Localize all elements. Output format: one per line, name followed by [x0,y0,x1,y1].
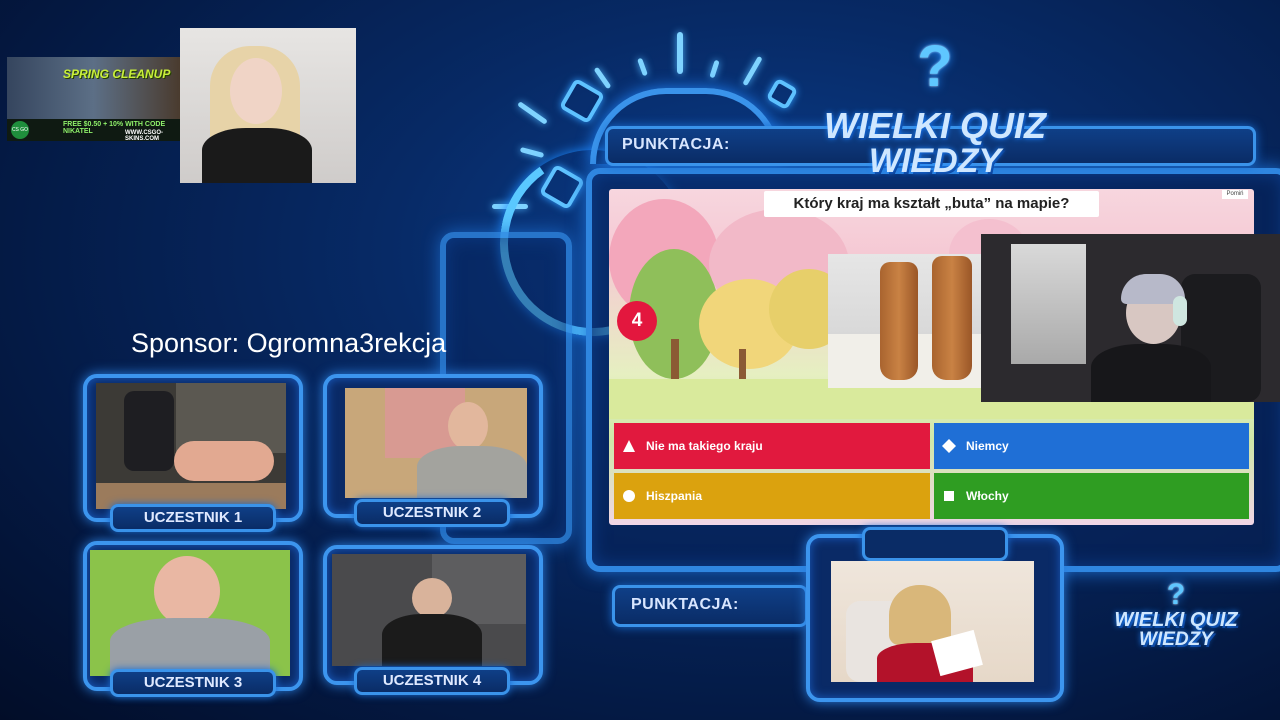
host-2-hair [889,585,951,645]
answer-option-1[interactable]: Nie ma takiego kraju [614,423,930,469]
participant-3-head [154,556,220,626]
boot-right [932,256,972,380]
participant-1-nameplate: UCZESTNIK 1 [110,504,276,532]
answer-label: Hiszpania [646,489,703,503]
streamer-face [230,58,282,124]
participant-2-webcam [345,388,527,498]
logo-line-1: WIELKI QUIZ [824,105,1046,146]
participant-1-body [174,441,274,481]
chair [124,391,174,471]
answer-label: Nie ma takiego kraju [646,439,763,453]
countdown-timer: 4 [617,301,657,341]
diamond-icon [942,439,956,453]
window-light [1011,244,1086,364]
glow-ray [677,32,683,74]
score-label-top: PUNKTACJA: [622,136,730,153]
participant-3-nameplate: UCZESTNIK 3 [110,669,276,697]
glow-ray [637,57,648,77]
ad-site: WWW.CSGO-SKINS.COM [125,130,163,141]
question-text: Który kraj ma kształt „buta” na mapie? [764,191,1099,217]
score-label-bottom: PUNKTACJA: [631,596,739,613]
quiz-logo-top: ? WIELKI QUIZ WIEDZY [810,34,1060,180]
host-body [1091,344,1211,402]
glow-ray [709,59,720,79]
streamer-webcam [180,28,356,183]
question-mark-icon: ? [917,34,953,99]
glow-ray [519,146,545,159]
square-icon [942,489,956,503]
logo-line-2: WIEDZY [1139,629,1213,650]
hexagon-decor [765,77,799,111]
answer-option-2[interactable]: Niemcy [934,423,1249,469]
glow-ray [593,66,612,90]
participant-4-nameplate: UCZESTNIK 4 [354,667,510,695]
answer-label: Włochy [966,489,1009,503]
sponsor-text: Sponsor: Ogromna3rekcja [131,328,447,358]
csgo-badge: CS GO [11,121,29,139]
participant-4-body [382,614,482,666]
sponsor-ad-banner[interactable]: SPRING CLEANUP CS GO FREE $0.50 + 10% WI… [7,57,180,141]
ad-title: SPRING CLEANUP [63,67,171,81]
participant-1-webcam [96,383,286,509]
answer-option-4[interactable]: Włochy [934,473,1249,519]
triangle-icon [622,439,636,453]
participant-3-webcam [90,550,290,676]
question-mark-icon: ? [1166,578,1186,611]
question-image [828,254,983,388]
hexagon-decor [558,77,606,125]
logo-line-2: WIEDZY [868,142,1002,180]
host-2-webcam [831,561,1034,682]
host-webcam [981,234,1280,402]
participant-3-body [110,618,270,676]
participant-2-body [417,446,527,498]
participant-2-nameplate: UCZESTNIK 2 [354,499,510,527]
participant-4-webcam [332,554,526,666]
circle-icon [622,489,636,503]
glow-ray [517,101,548,125]
participant-4-head [412,578,452,618]
answer-label: Niemcy [966,439,1009,453]
participant-2-head [448,402,488,450]
headphones [1173,296,1187,326]
host-tile-tab [862,527,1008,561]
logo-line-1: WIELKI QUIZ [1114,609,1238,631]
boot-left [880,262,918,380]
quiz-logo-bottom: ? WIELKI QUIZ WIEDZY [1106,578,1246,650]
glow-ray [742,55,763,87]
answer-option-3[interactable]: Hiszpania [614,473,930,519]
streamer-body [202,128,312,183]
skip-button[interactable]: Pomiń [1222,190,1248,199]
